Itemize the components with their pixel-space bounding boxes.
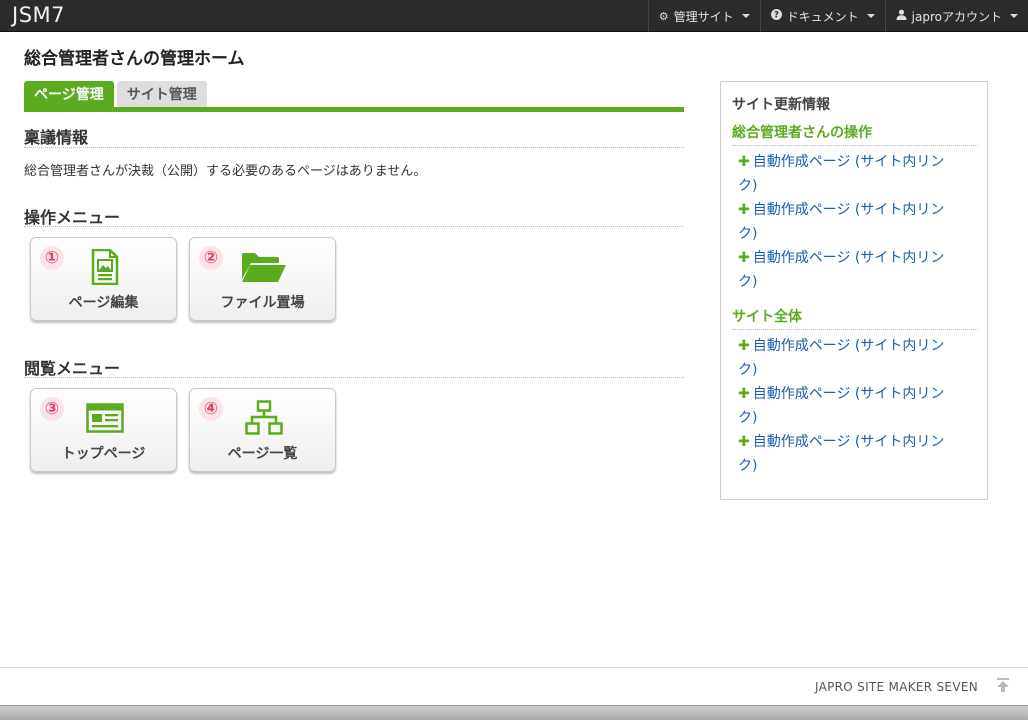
- folder-open-icon: [240, 248, 288, 286]
- nav-admin-site-label: 管理サイト: [673, 9, 734, 24]
- footer: JAPRO SITE MAKER SEVEN: [0, 667, 1028, 705]
- browser-window-icon: [85, 399, 125, 437]
- step-number: ②: [199, 246, 223, 270]
- divider: [24, 147, 684, 148]
- operation-menu-heading: 操作メニュー: [24, 208, 121, 227]
- top-page-button[interactable]: ③ トップページ: [30, 388, 177, 472]
- tile-label: ファイル置場: [220, 295, 305, 311]
- page-edit-icon: [85, 248, 125, 286]
- update-link[interactable]: ✚ 自動作成ページ (サイト内リン ク): [738, 382, 978, 430]
- svg-text:?: ?: [774, 11, 779, 20]
- update-link[interactable]: ✚ 自動作成ページ (サイト内リン ク): [738, 334, 978, 382]
- app-logo[interactable]: JSM7: [12, 3, 65, 27]
- tab-underline: [24, 107, 684, 112]
- site-wide-heading: サイト全体: [732, 309, 802, 325]
- page-edit-button[interactable]: ① ページ編集: [30, 237, 177, 321]
- tab-page-management[interactable]: ページ管理: [24, 81, 114, 107]
- panel-title: サイト更新情報: [732, 97, 830, 113]
- file-storage-button[interactable]: ② ファイル置場: [189, 237, 336, 321]
- gear-icon: ⚙: [658, 9, 669, 23]
- site-updates-panel: サイト更新情報 総合管理者さんの操作 ✚ 自動作成ページ (サイト内リン ク) ✚…: [720, 81, 988, 500]
- step-number: ①: [40, 246, 64, 270]
- plus-icon: ✚: [738, 338, 750, 354]
- footer-brand: JAPRO SITE MAKER SEVEN: [815, 680, 978, 694]
- back-to-top-icon[interactable]: [996, 677, 1012, 695]
- divider: [732, 145, 978, 146]
- question-circle-icon: ?: [770, 9, 782, 23]
- sitemap-icon: [244, 399, 284, 437]
- tile-label: ページ編集: [68, 295, 139, 311]
- plus-icon: ✚: [738, 434, 750, 450]
- update-link[interactable]: ✚ 自動作成ページ (サイト内リン ク): [738, 246, 978, 294]
- update-link[interactable]: ✚ 自動作成ページ (サイト内リン ク): [738, 198, 978, 246]
- divider: [732, 329, 978, 330]
- tab-bar: ページ管理 サイト管理: [24, 81, 210, 107]
- approval-message: 総合管理者さんが決裁（公開）する必要のあるページはありません。: [24, 164, 427, 179]
- caret-down-icon: [866, 14, 875, 18]
- update-link[interactable]: ✚ 自動作成ページ (サイト内リン ク): [738, 150, 978, 198]
- tile-label: トップページ: [61, 446, 146, 462]
- top-navbar: JSM7 ⚙ 管理サイト ? ドキュメント japroアカウント: [0, 0, 1028, 32]
- tab-site-management[interactable]: サイト管理: [116, 81, 207, 107]
- nav-documents-dropdown[interactable]: ? ドキュメント: [759, 0, 885, 32]
- caret-down-icon: [1010, 14, 1018, 18]
- page-list-button[interactable]: ④ ページ一覧: [189, 388, 336, 472]
- plus-icon: ✚: [738, 202, 750, 218]
- nav-account-dropdown[interactable]: japroアカウント: [884, 0, 1028, 32]
- step-number: ④: [199, 397, 223, 421]
- step-number: ③: [40, 397, 64, 421]
- plus-icon: ✚: [738, 250, 750, 266]
- page-title: 総合管理者さんの管理ホーム: [24, 49, 245, 69]
- approval-heading: 稟議情報: [24, 128, 89, 147]
- caret-down-icon: [741, 14, 750, 18]
- browse-menu-heading: 閲覧メニュー: [24, 359, 121, 378]
- user-icon: [896, 9, 907, 23]
- divider: [24, 226, 684, 227]
- divider: [24, 377, 684, 378]
- my-operations-heading: 総合管理者さんの操作: [732, 125, 872, 141]
- plus-icon: ✚: [738, 386, 750, 402]
- nav-account-label: japroアカウント: [911, 9, 1002, 24]
- window-bottom-bar: [0, 705, 1028, 720]
- update-link[interactable]: ✚ 自動作成ページ (サイト内リン ク): [738, 430, 978, 478]
- nav-documents-label: ドキュメント: [786, 9, 859, 24]
- nav-menu: ⚙ 管理サイト ? ドキュメント japroアカウント: [647, 0, 1028, 32]
- tile-label: ページ一覧: [227, 446, 298, 462]
- plus-icon: ✚: [738, 154, 750, 170]
- nav-admin-site-dropdown[interactable]: ⚙ 管理サイト: [647, 0, 760, 32]
